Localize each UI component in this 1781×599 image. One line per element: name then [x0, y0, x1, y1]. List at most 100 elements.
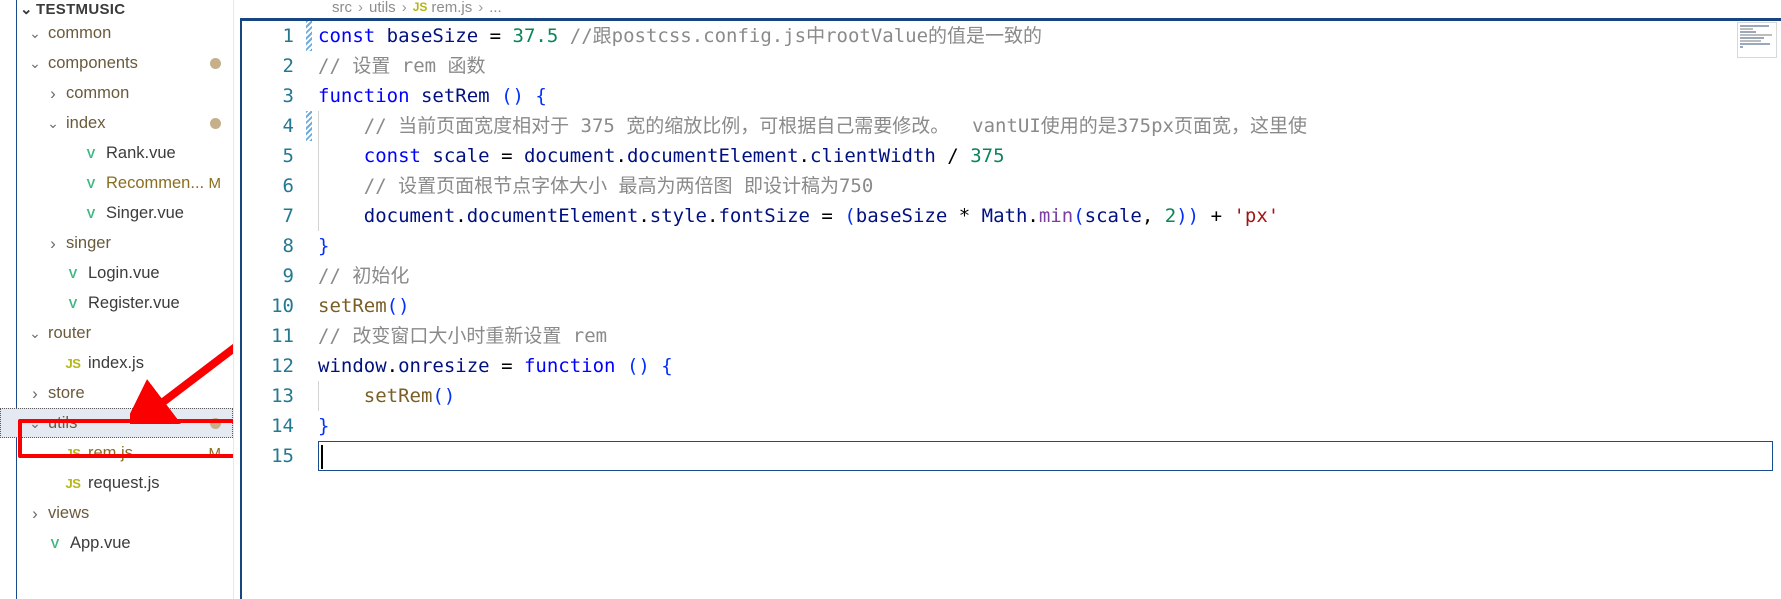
code-line[interactable]: 3 function setRem () { — [242, 81, 1781, 111]
code-line-text: // 改变窗口大小时重新设置 rem — [318, 325, 608, 347]
minimap-line — [1740, 46, 1744, 48]
minimap[interactable] — [1737, 22, 1777, 58]
code-line[interactable]: 11 // 改变窗口大小时重新设置 rem — [242, 321, 1781, 351]
indent-guide — [318, 141, 365, 171]
code-line[interactable]: 9 // 初始化 — [242, 261, 1781, 291]
chevron-down-icon[interactable]: ⌄ — [44, 116, 62, 130]
minimap-line — [1740, 31, 1756, 33]
vue-icon: V — [86, 205, 96, 221]
chevron-right-icon[interactable]: › — [44, 235, 62, 252]
chevron-right-icon[interactable]: › — [44, 85, 62, 102]
gutter-change-indicator — [306, 21, 312, 51]
sidebar-item-request-js[interactable]: JS request.js — [0, 468, 233, 498]
code-line[interactable]: 15 — [242, 441, 1781, 471]
code-line[interactable]: 2 // 设置 rem 函数 — [242, 51, 1781, 81]
modified-dot-icon — [210, 57, 221, 69]
indent-guide — [318, 381, 365, 411]
breadcrumb-item-utils[interactable]: utils — [369, 0, 396, 16]
breadcrumb[interactable]: src › utils › JS rem.js › ... — [234, 0, 502, 18]
sidebar-item-index-js[interactable]: JS index.js — [0, 348, 233, 378]
sidebar-item-register-vue[interactable]: V Register.vue — [0, 288, 233, 318]
vue-icon: V — [86, 145, 96, 161]
line-number: 3 — [282, 85, 294, 107]
sidebar-item-label: index.js — [88, 353, 144, 372]
code-line[interactable]: 8} — [242, 231, 1781, 261]
code-line-text: // 当前页面宽度相对于 375 宽的缩放比例，可根据自己需要修改。 vantU… — [304, 111, 1781, 141]
sidebar-item-router[interactable]: ⌄ router — [0, 318, 233, 348]
code-line[interactable]: 1 const baseSize = 37.5 //跟postcss.config… — [242, 21, 1781, 51]
chevron-down-icon[interactable]: ⌄ — [26, 326, 44, 340]
line-number: 8 — [282, 235, 294, 257]
minimap-line — [1740, 37, 1764, 39]
sidebar-item-rem-js[interactable]: JS rem.js M — [0, 438, 233, 468]
js-icon: JS — [412, 0, 428, 14]
explorer-project-title[interactable]: ⌄ TESTMUSIC — [0, 0, 233, 18]
sidebar-item-views[interactable]: › views — [0, 498, 233, 528]
minimap-line — [1740, 43, 1770, 45]
gutter-change-indicator — [306, 111, 312, 141]
line-number: 15 — [271, 445, 294, 467]
breadcrumb-item-overflow[interactable]: ... — [489, 0, 502, 16]
sidebar-item-rank-vue[interactable]: V Rank.vue — [0, 138, 233, 168]
editor-frame: 1 const baseSize = 37.5 //跟postcss.config… — [240, 18, 1781, 599]
vue-icon: V — [68, 265, 78, 281]
code-content[interactable]: 1 const baseSize = 37.5 //跟postcss.config… — [242, 21, 1781, 599]
explorer-sidebar[interactable]: ⌄ TESTMUSIC ⌄ common ⌄ components › common ⌄ in… — [0, 0, 234, 599]
sidebar-item-label: Singer.vue — [106, 203, 184, 222]
code-line[interactable]: 14} — [242, 411, 1781, 441]
code-line[interactable]: 10 setRem() — [242, 291, 1781, 321]
code-line-text: setRem() — [304, 381, 1781, 411]
code-line[interactable]: 12 window.onresize = function () { — [242, 351, 1781, 381]
sidebar-item-common[interactable]: ⌄ common — [0, 18, 233, 48]
line-number: 2 — [282, 55, 294, 77]
sidebar-item-label: common — [48, 23, 112, 42]
code-line[interactable]: 7 document.documentElement.style.fontSiz… — [242, 201, 1781, 231]
sidebar-item-login-vue[interactable]: V Login.vue — [0, 258, 233, 288]
sidebar-item-singer[interactable]: › singer — [0, 228, 233, 258]
sidebar-item-app-vue[interactable]: V App.vue — [0, 528, 233, 558]
code-line[interactable]: 4 // 当前页面宽度相对于 375 宽的缩放比例，可根据自己需要修改。 van… — [242, 111, 1781, 141]
indent-guide — [318, 111, 365, 141]
modified-dot-icon — [210, 417, 221, 429]
indent-guide — [318, 171, 365, 201]
code-line-text: // 设置页面根节点字体大小 最高为两倍图 即设计稿为750 — [304, 171, 1781, 201]
js-icon: JS — [65, 355, 81, 371]
line-number: 5 — [282, 145, 294, 167]
sidebar-item-label: components — [48, 53, 138, 72]
chevron-right-icon[interactable]: › — [26, 385, 44, 402]
code-line[interactable]: 5 const scale = document.documentElement… — [242, 141, 1781, 171]
breadcrumb-separator-icon: › — [358, 0, 363, 16]
active-line-highlight — [318, 441, 1773, 471]
sidebar-item-components[interactable]: ⌄ components — [0, 48, 233, 78]
breadcrumb-item-src[interactable]: src — [332, 0, 352, 16]
code-line-text: // 初始化 — [318, 265, 410, 287]
editor-pane[interactable]: src › utils › JS rem.js › ... 1 const bas… — [234, 0, 1781, 599]
sidebar-item-index[interactable]: ⌄ index — [0, 108, 233, 138]
sidebar-item-label: common — [66, 83, 130, 102]
sidebar-item-label: Rank.vue — [106, 143, 176, 162]
chevron-down-icon[interactable]: ⌄ — [26, 416, 44, 430]
sidebar-item-label: App.vue — [70, 533, 131, 552]
line-number: 4 — [282, 115, 294, 137]
code-line[interactable]: 6 // 设置页面根节点字体大小 最高为两倍图 即设计稿为750 — [242, 171, 1781, 201]
sidebar-item-common[interactable]: › common — [0, 78, 233, 108]
sidebar-item-store[interactable]: › store — [0, 378, 233, 408]
chevron-down-icon[interactable]: ⌄ — [20, 0, 36, 18]
code-line-text: // 设置 rem 函数 — [318, 55, 486, 77]
sidebar-item-recommen[interactable]: V Recommen... M — [0, 168, 233, 198]
chevron-down-icon[interactable]: ⌄ — [26, 26, 44, 40]
line-number: 11 — [271, 325, 294, 347]
chevron-down-icon[interactable]: ⌄ — [26, 56, 44, 70]
sidebar-item-utils[interactable]: ⌄ utils — [0, 408, 233, 438]
code-line[interactable]: 13 setRem() — [242, 381, 1781, 411]
chevron-right-icon[interactable]: › — [26, 505, 44, 522]
line-number: 1 — [282, 25, 294, 47]
sidebar-item-label: router — [48, 323, 92, 342]
minimap-line — [1740, 25, 1769, 27]
sidebar-item-singer-vue[interactable]: V Singer.vue — [0, 198, 233, 228]
code-line-text: setRem() — [318, 295, 410, 317]
file-tree[interactable]: ⌄ common ⌄ components › common ⌄ index V Rank.vue… — [0, 18, 233, 558]
minimap-line — [1740, 40, 1762, 42]
breadcrumb-item-file[interactable]: rem.js — [431, 0, 472, 16]
vue-icon: V — [86, 175, 96, 191]
